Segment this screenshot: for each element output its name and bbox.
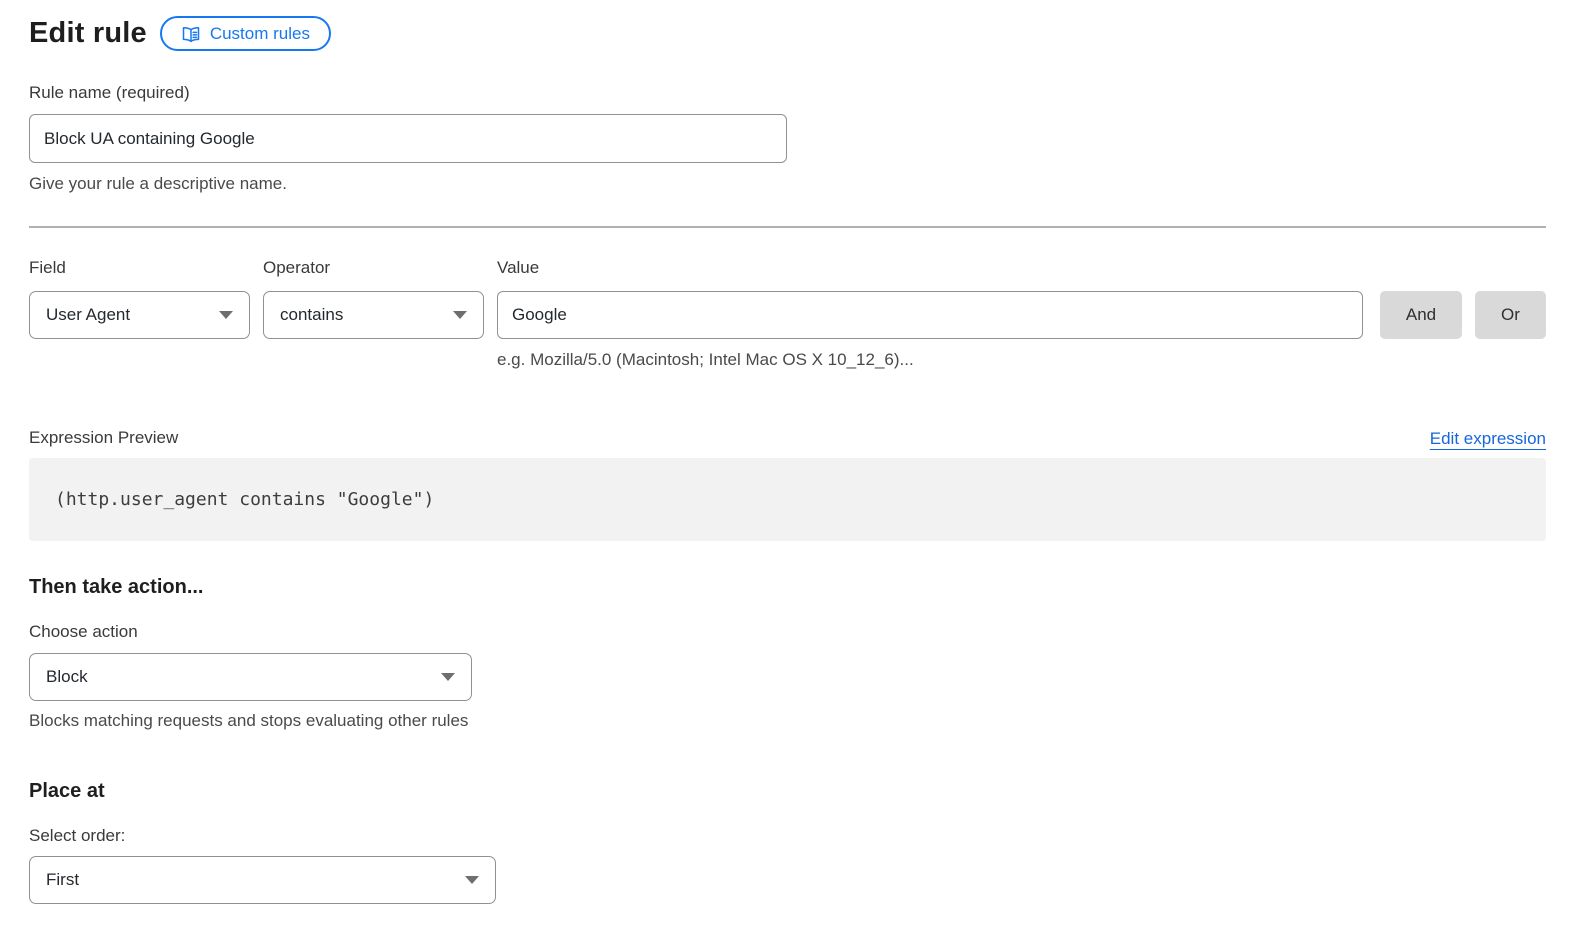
chevron-down-icon [441,673,455,681]
operator-select-value: contains [280,305,343,325]
rule-name-helper: Give your rule a descriptive name. [29,173,1546,195]
order-select-value: First [46,870,79,890]
expression-preview-header: Expression Preview Edit expression [29,427,1546,449]
rule-name-input[interactable] [29,114,787,163]
operator-label: Operator [263,257,484,279]
operator-select[interactable]: contains [263,291,484,339]
action-section: Then take action... Choose action Block … [29,576,1546,732]
value-helper: e.g. Mozilla/5.0 (Macintosh; Intel Mac O… [497,349,1363,371]
operator-column: Operator contains [263,257,484,371]
field-select[interactable]: User Agent [29,291,250,339]
select-order-label: Select order: [29,825,1546,847]
custom-rules-button-label: Custom rules [210,24,310,44]
page-title: Edit rule [29,17,147,50]
rule-name-label: Rule name (required) [29,82,1546,104]
chevron-down-icon [465,876,479,884]
expression-preview-code: (http.user_agent contains "Google") [55,489,434,510]
value-input[interactable] [497,291,1363,339]
placement-heading: Place at [29,780,1546,803]
chevron-down-icon [219,311,233,319]
choose-action-label: Choose action [29,621,1546,643]
section-divider [29,226,1546,228]
order-select[interactable]: First [29,856,496,904]
or-button[interactable]: Or [1475,291,1546,339]
rule-name-section: Rule name (required) Give your rule a de… [29,82,1546,195]
chevron-down-icon [453,311,467,319]
field-column: Field User Agent [29,257,250,371]
expression-preview-label: Expression Preview [29,427,178,449]
expression-builder-row: Field User Agent Operator contains Value… [29,257,1546,371]
expression-preview-box: (http.user_agent contains "Google") [29,458,1546,541]
value-label: Value [497,257,1363,279]
edit-rule-page: Edit rule Custom rules Rule name (requir… [29,0,1546,904]
action-helper: Blocks matching requests and stops evalu… [29,710,1546,732]
field-label: Field [29,257,250,279]
rule-name-input-wrap [29,114,787,163]
page-header: Edit rule Custom rules [29,16,1546,51]
action-select[interactable]: Block [29,653,472,701]
and-button[interactable]: And [1380,291,1462,339]
custom-rules-button[interactable]: Custom rules [160,16,331,51]
open-book-icon [181,24,201,44]
edit-expression-link[interactable]: Edit expression [1430,429,1546,449]
action-heading: Then take action... [29,576,1546,599]
value-column: Value e.g. Mozilla/5.0 (Macintosh; Intel… [497,257,1363,371]
placement-section: Place at Select order: First [29,780,1546,904]
field-select-value: User Agent [46,305,130,325]
action-select-value: Block [46,667,88,687]
